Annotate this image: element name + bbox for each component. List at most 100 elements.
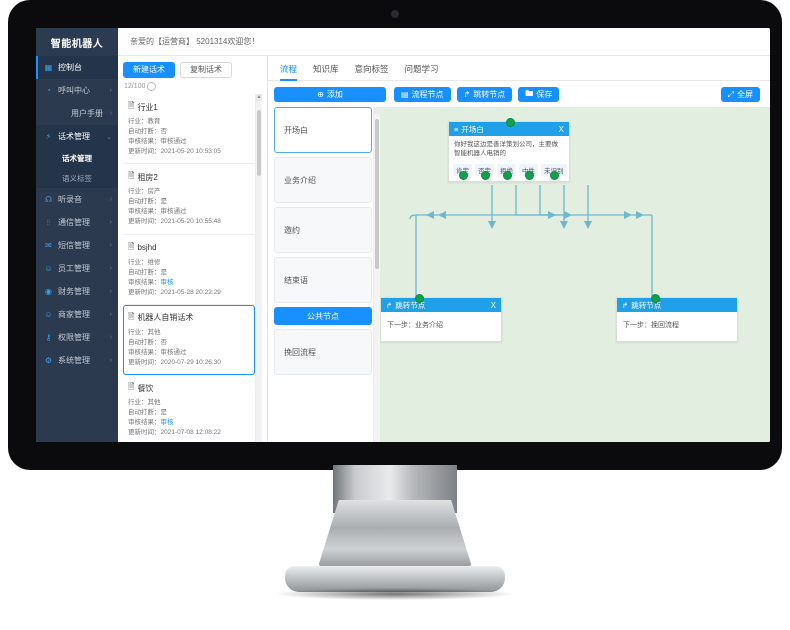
node-branch-chips: 肯定否定拒绝中性未识别 (449, 163, 569, 181)
script-card[interactable]: 🗎 行业1 行业：教育 自动打断：否 审核结果：审核通过 更新时间：2021-05-20 … (123, 94, 255, 165)
fullscreen-button[interactable]: ⤢ 全屏 (720, 87, 760, 102)
arrowheads (412, 211, 656, 307)
expand-icon: ⤢ (727, 89, 734, 99)
port-bottom[interactable] (550, 170, 560, 180)
jump-node-button[interactable]: ↱ 跳转节点 (456, 87, 513, 102)
tab-1[interactable]: 知识库 (313, 63, 339, 80)
webcam-icon (391, 10, 399, 18)
sidebar-item-11[interactable]: ⚙ 系统管理 › (36, 349, 118, 372)
port-bottom[interactable] (525, 170, 534, 180)
list-scrollbar[interactable]: ▲ (255, 94, 262, 442)
node-list-item-4[interactable]: 公共节点 (274, 307, 372, 325)
tab-0[interactable]: 流程 (280, 63, 298, 81)
close-icon[interactable]: X (559, 125, 564, 134)
sidebar-item-3[interactable]: ⚡ 话术管理 ⌄ (36, 125, 118, 148)
node-list-item-0[interactable]: 开场白 (274, 107, 372, 153)
node-list-item-5[interactable]: 挽回流程 (274, 329, 372, 375)
close-icon[interactable]: X (491, 301, 496, 310)
arrow-icon: ↱ (386, 300, 393, 310)
toolbar-left: ⊕ 添加 (274, 87, 386, 102)
tab-2[interactable]: 意向标签 (355, 63, 389, 80)
flow-node-button[interactable]: ▤ 流程节点 (394, 87, 451, 102)
save-button[interactable]: 🖿 保存 (518, 87, 560, 102)
card-title: 🗎 bsjhd (128, 241, 250, 255)
branch-chip-0[interactable]: 肯定 (453, 163, 472, 180)
tab-3[interactable]: 问题学习 (405, 63, 439, 80)
node-scroll-thumb[interactable] (375, 119, 379, 269)
chevron-icon: › (109, 110, 112, 117)
file-icon: 🗎 (128, 241, 135, 251)
sidebar-item-6[interactable]: ✉ 短信管理 › (36, 234, 118, 257)
card-audit: 审核结果：审核通过 (128, 138, 187, 146)
node-list-item-3[interactable]: 结束语 (274, 257, 372, 303)
port-bottom[interactable] (503, 170, 512, 180)
card-title: 🗎 餐饮 (128, 381, 250, 395)
no-icon (42, 108, 55, 120)
node-list-item-1[interactable]: 业务介绍 (274, 157, 372, 203)
welcome-message: 亲爱的【运营商】 5201314欢迎您！ (130, 37, 260, 46)
branch-chip-1[interactable]: 否定 (475, 163, 494, 180)
quota-indicator: 12/100 (124, 82, 262, 91)
node-list-scrollbar[interactable] (373, 107, 380, 442)
sidebar-item-10[interactable]: ⚷ 权限管理 › (36, 326, 118, 349)
port-top[interactable] (415, 294, 424, 303)
sidebar-subitem-0[interactable]: 话术管理 (36, 148, 118, 168)
flow-canvas[interactable]: ≡ 开场白 X 你好我这边是善洋策划公司，主要做智能机器人电销的 肯定否定拒绝中… (380, 107, 770, 442)
new-script-button[interactable]: 新建话术 (123, 62, 175, 78)
flow-node-jump-right[interactable]: ↱ 跳转节点 下一步：挽回流程 (616, 294, 738, 343)
script-card[interactable]: 🗎 餐饮 行业：其他 自动打断：是 审核结果：审核 更新时间：2021-07-08 12:… (123, 375, 255, 442)
card-audit: 审核结果：审核通过 (128, 208, 187, 216)
sidebar-item-label: 控制台 (58, 63, 82, 72)
node-header[interactable]: ↱ 跳转节点 X (381, 298, 501, 312)
node-header[interactable]: ↱ 跳转节点 (617, 298, 737, 312)
flow-node-jump-left[interactable]: ↱ 跳转节点 X 下一步：业务介绍 (380, 294, 502, 343)
sidebar-item-9[interactable]: ☺ 商家管理 › (36, 303, 118, 326)
sidebar-item-4[interactable]: ☊ 听录音 › (36, 188, 118, 211)
branch-chip-3[interactable]: 中性 (519, 163, 538, 180)
top-bar: 智能机器人 亲爱的【运营商】 5201314欢迎您！ (36, 28, 770, 56)
chevron-icon: › (109, 265, 112, 272)
sidebar-item-8[interactable]: ◉ 财务管理 › (36, 280, 118, 303)
quota-text: 12/100 (124, 83, 146, 90)
script-card[interactable]: 🗎 机器人自销话术 行业：其他 自动打断：否 审核结果：审核通过 更新时间：2020-07… (123, 304, 255, 375)
scroll-up-icon[interactable]: ▲ (256, 94, 262, 101)
node-list-item-2[interactable]: 邀约 (274, 207, 372, 253)
copy-script-button[interactable]: 复制话术 (180, 62, 232, 78)
grid-icon: ▤ (401, 90, 409, 99)
port-bottom[interactable] (481, 170, 490, 180)
application-window: 智能机器人 亲爱的【运营商】 5201314欢迎您！ ▦ 控制台 ◔ 呼叫中心 › 用户手… (36, 28, 770, 442)
save-label: 保存 (536, 90, 553, 99)
node-body: 下一步：挽回流程 (623, 322, 679, 329)
card-audit: 审核结果：审核 (128, 278, 174, 286)
sidebar-item-0[interactable]: ▦ 控制台 (36, 56, 118, 79)
sidebar-item-label: 系统管理 (58, 356, 90, 365)
monitor-stand-column (317, 500, 473, 570)
sidebar-item-2[interactable]: 用户手册 › (36, 102, 118, 125)
toolbar: ⊕ 添加 ▤ 流程节点 ↱ 跳转节点 🖿 保存 ⤢ 全屏 (268, 81, 770, 107)
script-cards: 🗎 行业1 行业：教育 自动打断：否 审核结果：审核通过 更新时间：2021-05-20 … (123, 94, 262, 442)
file-icon: 🗎 (128, 101, 135, 110)
sidebar-item-1[interactable]: ◔ 呼叫中心 › (36, 79, 118, 102)
scroll-thumb[interactable] (257, 110, 261, 176)
flow-node-opening[interactable]: ≡ 开场白 X 你好我这边是善洋策划公司，主要做智能机器人电销的 肯定否定拒绝中… (448, 118, 570, 182)
port-top[interactable] (651, 294, 660, 303)
node-body: 你好我这边是善洋策划公司，主要做智能机器人电销的 (454, 141, 558, 158)
sidebar-subitem-1[interactable]: 语义标签 (36, 168, 118, 188)
add-button[interactable]: ⊕ 添加 (274, 87, 386, 102)
card-updated: 更新时间：2020-07-29 10:26:30 (128, 358, 221, 366)
port-top[interactable] (506, 118, 515, 127)
branch-chip-2[interactable]: 拒绝 (497, 163, 516, 180)
script-card[interactable]: 🗎 bsjhd 行业：维修 自动打断：是 审核结果：审核 更新时间：2021-05-28 … (123, 235, 255, 305)
info-icon[interactable] (147, 82, 157, 91)
sidebar-item-7[interactable]: ☺ 员工管理 › (36, 257, 118, 280)
branch-chip-4[interactable]: 未识别 (541, 163, 567, 180)
script-card[interactable]: 🗎 租房2 行业：房产 自动打断：是 审核结果：审核通过 更新时间：2021-05-20 … (123, 164, 255, 235)
monitor-mockup: 智能机器人 亲爱的【运营商】 5201314欢迎您！ ▦ 控制台 ◔ 呼叫中心 › 用户手… (0, 0, 790, 630)
sidebar-item-5[interactable]: ⦙⦙ 通信管理 › (36, 211, 118, 234)
headset-icon: ☊ (44, 195, 53, 204)
gear-icon: ⚙ (44, 356, 53, 365)
card-industry: 行业：教育 (128, 118, 161, 125)
port-bottom[interactable] (459, 170, 468, 180)
sidebar-item-label: 财务管理 (58, 287, 90, 296)
card-industry: 行业：其他 (128, 328, 161, 336)
